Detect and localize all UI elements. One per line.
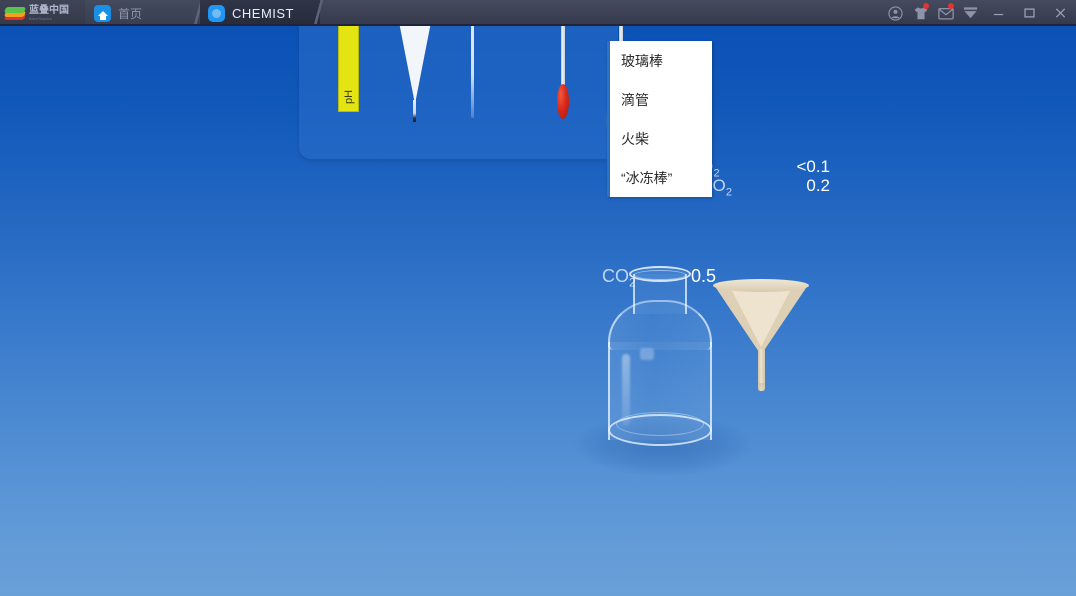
tshirt-icon[interactable] bbox=[908, 0, 933, 26]
bottle-gas-value: 0.5 bbox=[691, 266, 717, 286]
tool-dropdown-menu[interactable]: 玻璃棒 滴管 火柴 “冰冻棒” bbox=[607, 41, 712, 197]
chemist-app-icon bbox=[208, 4, 225, 22]
menu-item-dropper[interactable]: 滴管 bbox=[610, 80, 712, 119]
filter-funnel[interactable] bbox=[713, 279, 809, 392]
gas-readout-panel: O2 <0.1 CO2 0.2 bbox=[700, 157, 830, 198]
readout-value: 0.2 bbox=[806, 176, 830, 195]
reagent-bottle[interactable] bbox=[600, 262, 720, 454]
titlebar-bottom-edge bbox=[0, 24, 1076, 26]
mail-badge bbox=[948, 3, 954, 9]
menu-item-freeze-rod[interactable]: “冰冻棒” bbox=[610, 158, 712, 197]
glass-stirring-rod[interactable] bbox=[471, 26, 474, 118]
dropper-pipette[interactable] bbox=[399, 26, 431, 132]
chemist-lab-stage: pH O2 <0.1 CO2 bbox=[0, 26, 1076, 596]
account-icon[interactable] bbox=[883, 0, 908, 26]
ph-paper-strip[interactable]: pH bbox=[338, 26, 359, 112]
equipment-shelf-panel: pH bbox=[299, 26, 647, 159]
tab-home[interactable]: 首页 bbox=[85, 0, 200, 26]
stack-logo-icon bbox=[4, 6, 26, 21]
bottle-gas-label: CO2 bbox=[602, 266, 636, 290]
readout-value: <0.1 bbox=[796, 157, 830, 176]
maximize-button[interactable] bbox=[1014, 0, 1045, 26]
chevron-down-icon[interactable] bbox=[958, 0, 983, 26]
close-button[interactable] bbox=[1045, 0, 1076, 26]
logo-text-en: BlueStacks bbox=[29, 15, 53, 21]
ph-strip-label: pH bbox=[342, 89, 355, 105]
minimize-button[interactable] bbox=[983, 0, 1014, 26]
bluestacks-window: 蓝叠中国 BlueStacks 首页 CHEMIST pH 2 <0.1 CO2… bbox=[0, 0, 1076, 596]
titlebar-actions bbox=[883, 0, 1076, 26]
tab-chemist[interactable]: CHEMIST bbox=[200, 0, 320, 26]
title-bar: 蓝叠中国 BlueStacks 首页 CHEMIST bbox=[0, 0, 1076, 26]
mail-icon[interactable] bbox=[933, 0, 958, 26]
tshirt-badge bbox=[923, 3, 929, 9]
readout-row: CO2 0.2 bbox=[700, 176, 830, 198]
tab-chemist-label: CHEMIST bbox=[232, 5, 294, 21]
home-icon bbox=[94, 4, 111, 22]
readout-row: O2 <0.1 bbox=[700, 157, 830, 179]
match-stick[interactable] bbox=[557, 26, 569, 132]
menu-item-glass-rod[interactable]: 玻璃棒 bbox=[610, 41, 712, 80]
tab-home-label: 首页 bbox=[118, 6, 143, 21]
bluestacks-logo[interactable]: 蓝叠中国 BlueStacks bbox=[0, 0, 85, 26]
tab-divider-2 bbox=[306, 0, 332, 26]
logo-text-cn: 蓝叠中国 bbox=[29, 4, 69, 16]
menu-item-match[interactable]: 火柴 bbox=[610, 119, 712, 158]
